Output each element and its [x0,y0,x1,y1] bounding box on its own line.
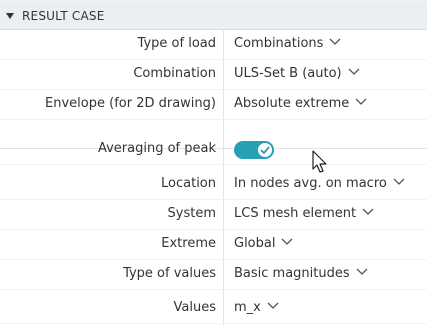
row-envelope: Envelope (for 2D drawing) Absolute extre… [0,89,427,120]
row-type-of-values: Type of values Basic magnitudes [0,259,427,290]
values-dropdown[interactable]: m_x [234,293,279,323]
location-label: Location [161,176,216,191]
chevron-down-icon[interactable] [356,268,368,276]
envelope-dropdown[interactable]: Absolute extreme [234,89,367,119]
system-dropdown[interactable]: LCS mesh element [234,199,374,229]
row-location: Location In nodes avg. on macro [0,169,427,200]
chevron-down-icon[interactable] [393,178,405,186]
type-of-values-label: Type of values [123,266,216,281]
row-system: System LCS mesh element [0,199,427,230]
averaging-of-peak-label: Averaging of peak [97,141,216,156]
row-averaging-of-peak: Averaging of peak [0,134,427,165]
extreme-dropdown[interactable]: Global [234,229,293,259]
chevron-down-icon[interactable] [355,98,367,106]
type-of-values-value: Basic magnitudes [234,266,350,281]
chevron-down-icon[interactable] [362,208,374,216]
type-of-load-label: Type of load [137,36,216,51]
row-values: Values m_x [0,293,427,324]
triangle-down-icon[interactable] [6,13,14,19]
combination-dropdown[interactable]: ULS-Set B (auto) [234,59,360,89]
row-combination: Combination ULS-Set B (auto) [0,59,427,90]
system-value: LCS mesh element [234,206,357,221]
envelope-label: Envelope (for 2D drawing) [45,96,216,111]
combination-label: Combination [133,66,216,81]
chevron-down-icon[interactable] [281,238,293,246]
chevron-down-icon[interactable] [329,38,341,46]
extreme-label: Extreme [161,236,216,251]
section-title: RESULT CASE [22,9,105,23]
envelope-value: Absolute extreme [234,96,350,111]
system-label: System [167,206,216,221]
values-value: m_x [234,300,261,315]
mouse-pointer-icon [312,150,330,174]
location-value: In nodes avg. on macro [234,176,387,191]
type-of-load-dropdown[interactable]: Combinations [234,29,341,59]
type-of-load-value: Combinations [234,36,324,51]
chevron-down-icon[interactable] [348,68,360,76]
toggle-knob [258,143,272,157]
averaging-of-peak-toggle[interactable] [234,141,274,159]
values-label: Values [173,300,216,315]
row-extreme: Extreme Global [0,229,427,260]
row-type-of-load: Type of load Combinations [0,29,427,60]
type-of-values-dropdown[interactable]: Basic magnitudes [234,259,368,289]
check-icon [260,146,270,154]
combination-value: ULS-Set B (auto) [234,66,342,81]
result-case-section-header[interactable]: RESULT CASE [0,3,427,30]
chevron-down-icon[interactable] [267,302,279,310]
extreme-value: Global [234,236,276,251]
